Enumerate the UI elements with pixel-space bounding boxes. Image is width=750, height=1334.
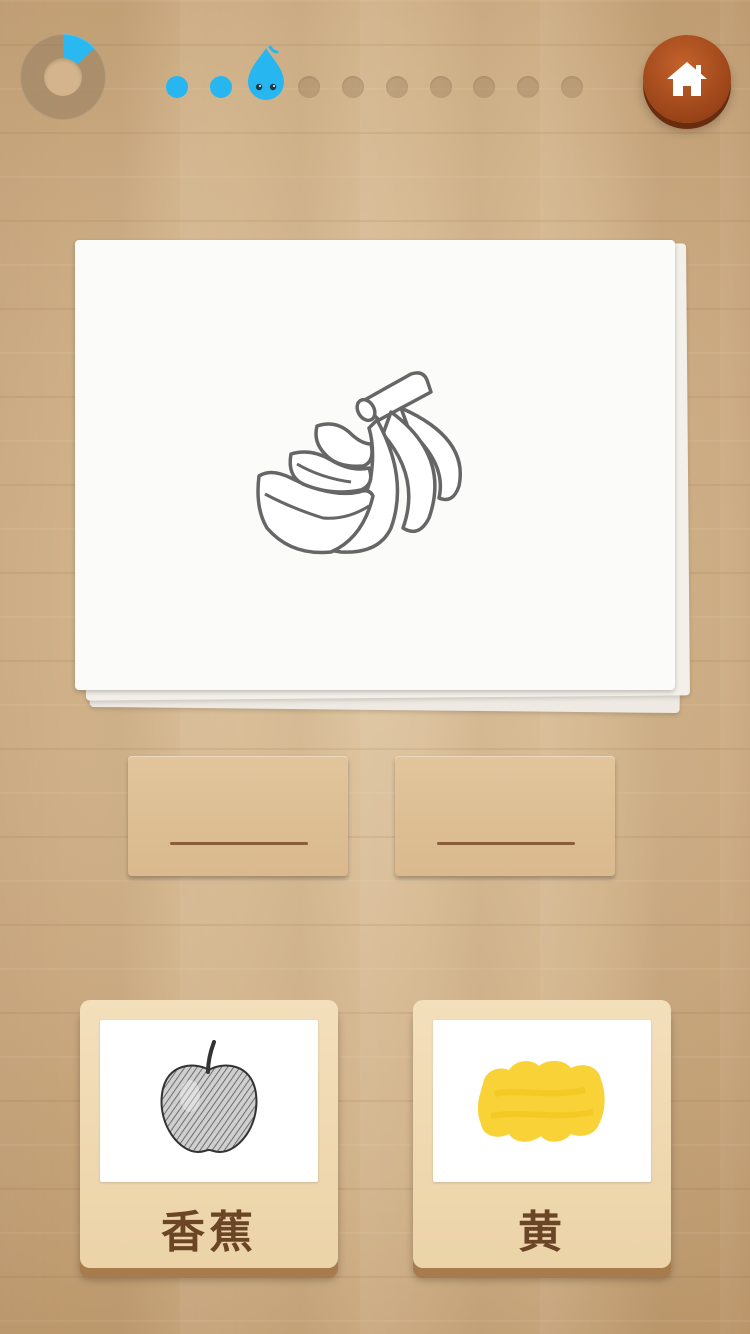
answer-slot-2[interactable]	[395, 756, 615, 876]
home-icon	[667, 62, 707, 96]
apple-icon	[160, 1040, 258, 1154]
progress-dot-10	[561, 76, 583, 98]
progress-dot-7	[430, 76, 452, 98]
progress-dot-2	[210, 76, 232, 98]
progress-dot-9	[517, 76, 539, 98]
choice-label: 黄	[518, 1207, 566, 1258]
yellow-paint-swatch-icon	[477, 1060, 605, 1142]
timer-ring	[20, 34, 106, 120]
answer-slot-1[interactable]	[128, 756, 348, 876]
banana-bunch-icon	[256, 371, 462, 555]
progress-dot-5	[342, 76, 364, 98]
choice-tile-2[interactable]: 黄	[413, 1000, 671, 1268]
choice-image-frame	[100, 1020, 318, 1182]
answer-slot-line	[170, 842, 308, 845]
choice-tile-1[interactable]: 香蕉	[80, 1000, 338, 1268]
picture-card	[75, 240, 675, 690]
home-button[interactable]	[643, 35, 731, 123]
progress-dot-8	[473, 76, 495, 98]
choice-label: 香蕉	[161, 1207, 257, 1258]
answer-slot-line	[437, 842, 575, 845]
progress-dot-4	[298, 76, 320, 98]
progress-dot-6	[386, 76, 408, 98]
progress-dot-1	[166, 76, 188, 98]
progress-drop-current-icon	[248, 46, 284, 100]
timer-center	[44, 58, 82, 96]
choice-image-frame	[433, 1020, 651, 1182]
